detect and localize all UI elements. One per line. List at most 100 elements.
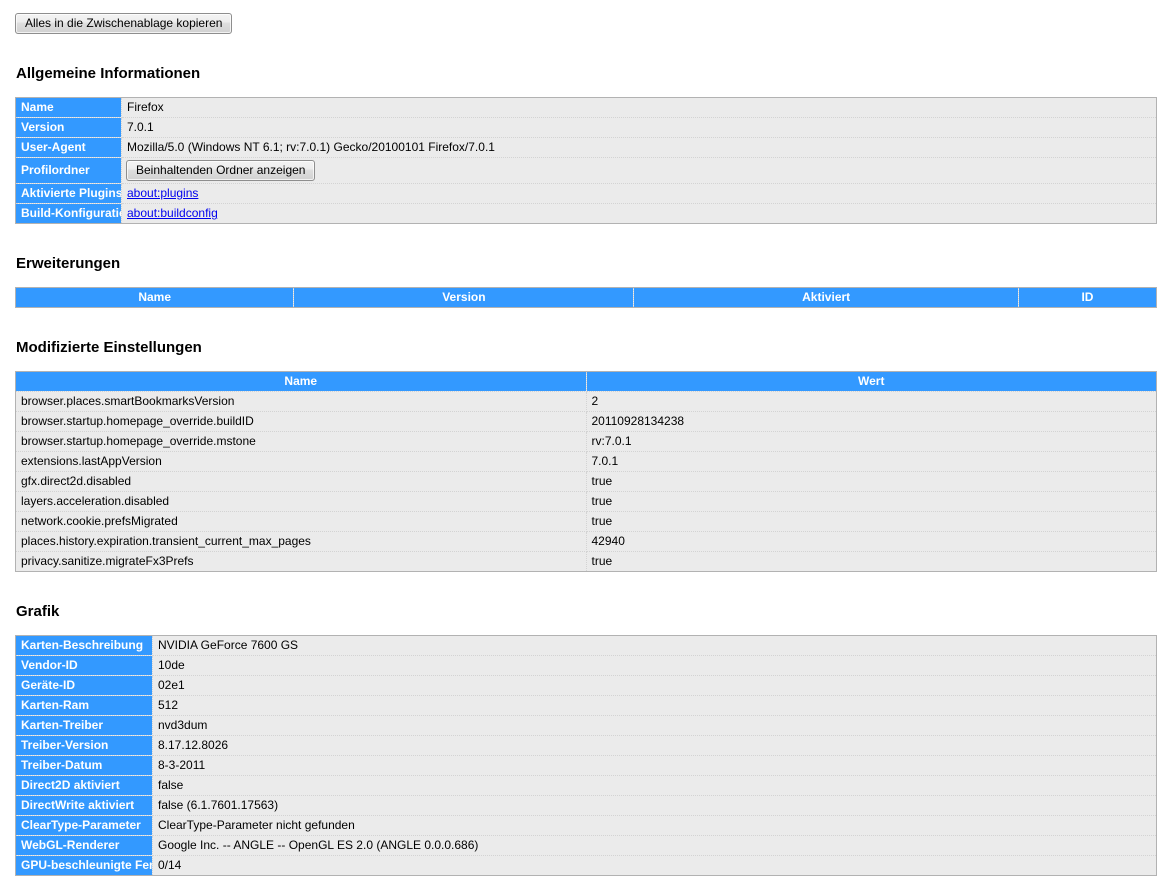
table-row: DirectWrite aktiviert false (6.1.7601.175… [15, 795, 1157, 816]
row-value: 8.17.12.8026 [152, 735, 1157, 756]
row-value: Firefox [121, 97, 1157, 118]
table-row: Karten-Treiber nvd3dum [15, 715, 1157, 736]
table-row: gfx.direct2d.disabled true [15, 471, 1157, 492]
row-label: Geräte-ID [15, 675, 153, 696]
row-label: Vendor-ID [15, 655, 153, 676]
pref-value: true [585, 551, 1157, 572]
pref-name: browser.places.smartBookmarksVersion [15, 391, 587, 412]
extensions-table-head: Name Version Aktiviert ID [14, 287, 1158, 308]
row-label: Aktivierte Plugins [15, 183, 122, 204]
row-value: Google Inc. -- ANGLE -- OpenGL ES 2.0 (A… [152, 835, 1157, 856]
table-row: User-Agent Mozilla/5.0 (Windows NT 6.1; … [15, 137, 1157, 158]
table-row: places.history.expiration.transient_curr… [15, 531, 1157, 552]
row-label: GPU-beschleunigte Fenster [15, 855, 153, 876]
row-label: Direct2D aktiviert [15, 775, 153, 796]
table-row: Karten-Beschreibung NVIDIA GeForce 7600 G… [15, 635, 1157, 656]
row-label: Profilordner [15, 157, 122, 184]
column-header-version: Version [293, 287, 635, 308]
table-header-row: Name Version Aktiviert ID [14, 287, 1158, 308]
modified-prefs-table-head: Name Wert [15, 371, 1157, 392]
pref-value: true [585, 491, 1157, 512]
modified-prefs-body: browser.places.smartBookmarksVersion 2 bro… [15, 391, 1157, 572]
table-row: Direct2D aktiviert false [15, 775, 1157, 796]
general-info-table: Name Firefox Version 7.0.1 User-Agent Mo… [15, 97, 1157, 224]
table-row: browser.startup.homepage_override.buildI… [15, 411, 1157, 432]
row-value: false (6.1.7601.17563) [152, 795, 1157, 816]
section-title-modified-prefs: Modifizierte Einstellungen [16, 339, 202, 356]
table-row: layers.acceleration.disabled true [15, 491, 1157, 512]
row-value: ClearType-Parameter nicht gefunden [152, 815, 1157, 836]
row-label: ClearType-Parameter [15, 815, 153, 836]
column-header-id: ID [1017, 287, 1158, 308]
column-header-name: Name [14, 287, 295, 308]
about-plugins-link[interactable]: about:plugins [127, 186, 198, 200]
graphics-table: Karten-Beschreibung NVIDIA GeForce 7600 G… [15, 635, 1157, 876]
row-value: 0/14 [152, 855, 1157, 876]
row-value: Mozilla/5.0 (Windows NT 6.1; rv:7.0.1) G… [121, 137, 1157, 158]
row-value: Beinhaltenden Ordner anzeigen [121, 157, 1157, 184]
pref-name: extensions.lastAppVersion [15, 451, 587, 472]
pref-name: gfx.direct2d.disabled [15, 471, 587, 492]
graphics-body: Karten-Beschreibung NVIDIA GeForce 7600 G… [15, 635, 1157, 876]
row-label: Version [15, 117, 122, 138]
column-header-aktiviert: Aktiviert [633, 287, 1019, 308]
table-row: browser.startup.homepage_override.mstone… [15, 431, 1157, 452]
table-row: WebGL-Renderer Google Inc. -- ANGLE -- Op… [15, 835, 1157, 856]
row-value: false [152, 775, 1157, 796]
pref-name: browser.startup.homepage_override.buildI… [15, 411, 587, 432]
row-label: Karten-Ram [15, 695, 153, 716]
table-row: Name Firefox [15, 97, 1157, 118]
pref-value: 2 [585, 391, 1157, 412]
about-buildconfig-link[interactable]: about:buildconfig [127, 206, 218, 220]
column-header-name: Name [15, 371, 587, 392]
pref-name: browser.startup.homepage_override.mstone [15, 431, 587, 452]
section-title-extensions: Erweiterungen [16, 255, 121, 272]
table-row: Version 7.0.1 [15, 117, 1157, 138]
table-row: GPU-beschleunigte Fenster0/14 [15, 855, 1157, 876]
table-row: Karten-Ram 512 [15, 695, 1157, 716]
show-profile-folder-button[interactable]: Beinhaltenden Ordner anzeigen [126, 160, 316, 181]
table-row: Aktivierte Plugins about:plugins [15, 183, 1157, 204]
section-title-general: Allgemeine Informationen [16, 65, 201, 82]
pref-name: network.cookie.prefsMigrated [15, 511, 587, 532]
row-label: Treiber-Version [15, 735, 153, 756]
pref-value: rv:7.0.1 [585, 431, 1157, 452]
pref-value: true [585, 471, 1157, 492]
pref-value: true [585, 511, 1157, 532]
table-row: privacy.sanitize.migrateFx3Prefs true [15, 551, 1157, 572]
pref-name: layers.acceleration.disabled [15, 491, 587, 512]
pref-name: places.history.expiration.transient_curr… [15, 531, 587, 552]
table-row: Profilordner Beinhaltenden Ordner anzeig… [15, 157, 1157, 184]
row-value: NVIDIA GeForce 7600 GS [152, 635, 1157, 656]
section-title-graphics: Grafik [16, 603, 60, 620]
toolbar: Alles in die Zwischenablage kopieren [15, 13, 1157, 34]
table-row: Vendor-ID 10de [15, 655, 1157, 676]
pref-value: 42940 [585, 531, 1157, 552]
table-row: Treiber-Datum 8-3-2011 [15, 755, 1157, 776]
column-header-wert: Wert [585, 371, 1157, 392]
extensions-table: Name Version Aktiviert ID [14, 287, 1158, 308]
row-value: 8-3-2011 [152, 755, 1157, 776]
row-label: Karten-Treiber [15, 715, 153, 736]
table-row: extensions.lastAppVersion 7.0.1 [15, 451, 1157, 472]
row-label: Build-Konfiguration [15, 203, 122, 224]
row-label: DirectWrite aktiviert [15, 795, 153, 816]
table-row: Geräte-ID 02e1 [15, 675, 1157, 696]
copy-all-to-clipboard-button[interactable]: Alles in die Zwischenablage kopieren [15, 13, 233, 34]
row-value: 7.0.1 [121, 117, 1157, 138]
table-header-row: Name Wert [15, 371, 1157, 392]
modified-prefs-table: Name Wert browser.places.smartBookmarksV… [15, 371, 1157, 572]
table-row: network.cookie.prefsMigrated true [15, 511, 1157, 532]
row-label: WebGL-Renderer [15, 835, 153, 856]
table-row: Build-Konfiguration about:buildconfig [15, 203, 1157, 224]
row-label: User-Agent [15, 137, 122, 158]
row-value: nvd3dum [152, 715, 1157, 736]
row-value: about:buildconfig [121, 203, 1157, 224]
pref-value: 7.0.1 [585, 451, 1157, 472]
row-value: 02e1 [152, 675, 1157, 696]
pref-name: privacy.sanitize.migrateFx3Prefs [15, 551, 587, 572]
table-row: browser.places.smartBookmarksVersion 2 [15, 391, 1157, 412]
row-label: Name [15, 97, 122, 118]
row-label: Karten-Beschreibung [15, 635, 153, 656]
pref-value: 20110928134238 [585, 411, 1157, 432]
